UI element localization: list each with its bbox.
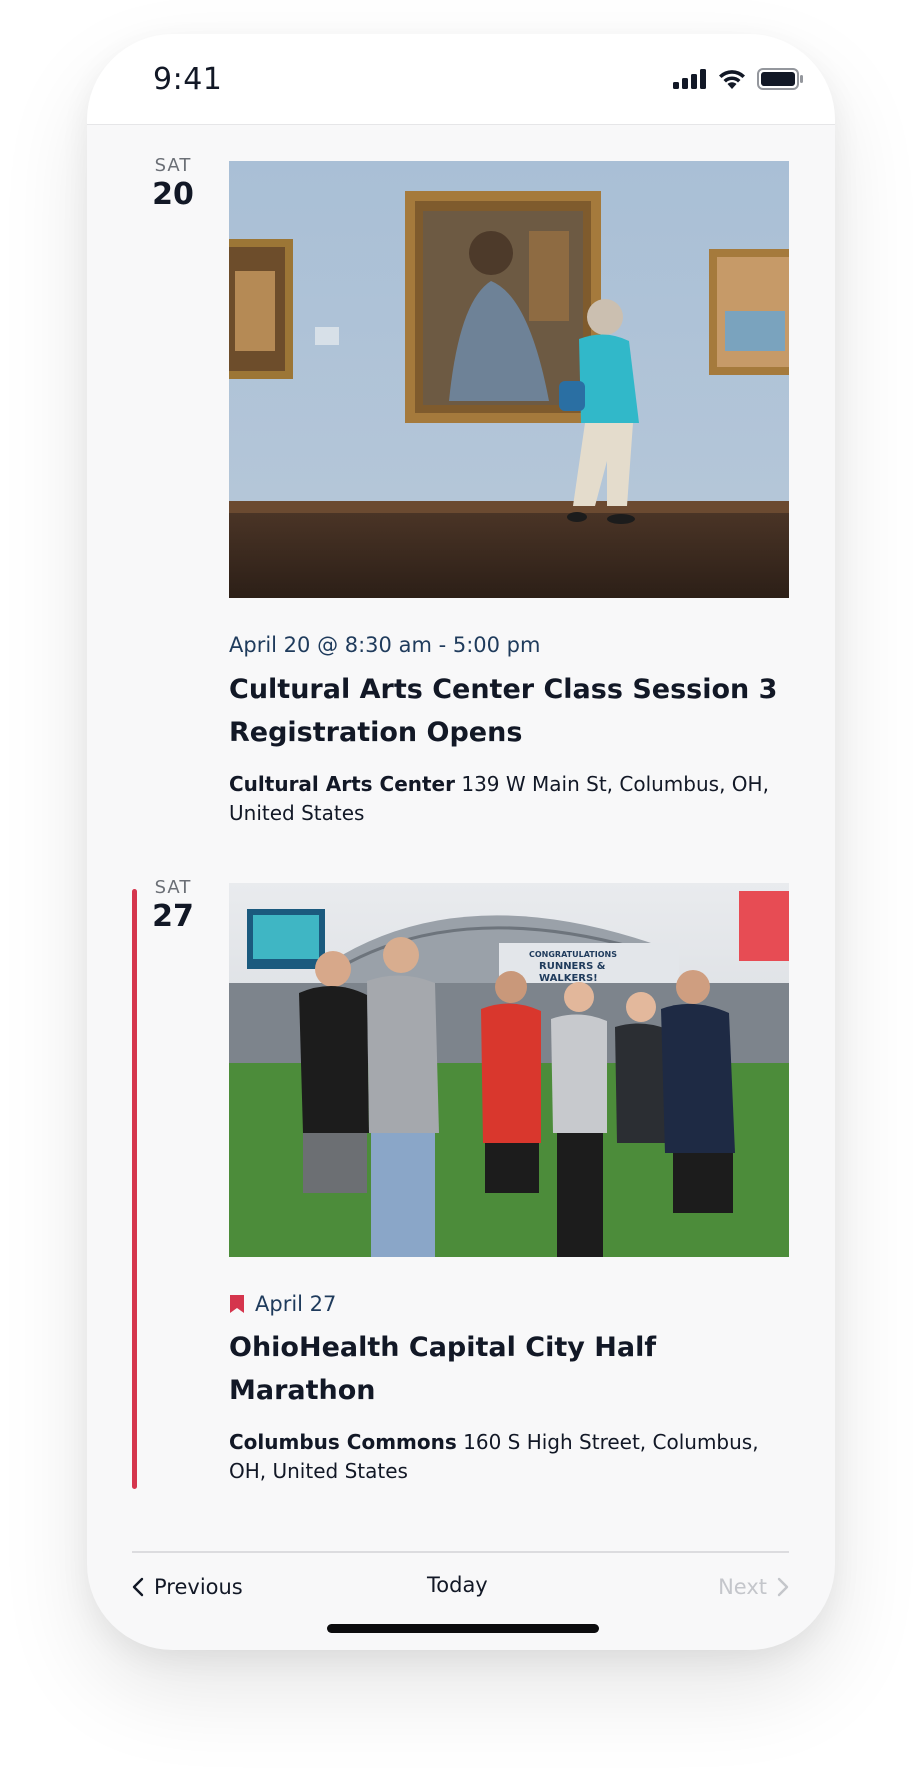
phone-frame: 9:41 SAT 20 April 20 @ 8:30 am - 5:00 pm… xyxy=(87,34,835,1650)
venue-name[interactable]: Columbus Commons xyxy=(229,1430,457,1454)
previous-label: Previous xyxy=(154,1575,243,1599)
banner-line-3: WALKERS! xyxy=(539,973,598,984)
event-title-link[interactable]: Cultural Arts Center Class Session 3 Reg… xyxy=(229,668,789,754)
chevron-left-icon xyxy=(132,1577,144,1597)
nav-divider xyxy=(132,1551,789,1553)
today-label: Today xyxy=(427,1573,488,1597)
museum-gallery-photo xyxy=(229,161,789,598)
featured-indicator-bar xyxy=(132,889,137,1489)
home-indicator[interactable] xyxy=(327,1624,599,1633)
event-image[interactable] xyxy=(229,161,789,598)
event-date: April 27 xyxy=(255,1292,337,1316)
event-day-badge: SAT 20 xyxy=(125,155,221,212)
event-day-badge: SAT 27 xyxy=(125,877,221,934)
event-venue: Cultural Arts Center 139 W Main St, Colu… xyxy=(229,770,789,828)
status-bar: 9:41 xyxy=(87,34,835,125)
day-number: 27 xyxy=(152,899,194,934)
previous-events-button[interactable]: Previous xyxy=(132,1575,243,1599)
day-number: 20 xyxy=(152,177,194,212)
event-date: April 20 @ 8:30 am - 5:00 pm xyxy=(229,633,541,657)
event-title-link[interactable]: OhioHealth Capital City Half Marathon xyxy=(229,1326,789,1412)
wifi-icon xyxy=(719,70,745,89)
venue-name[interactable]: Cultural Arts Center xyxy=(229,772,455,796)
event-list: SAT 20 April 20 @ 8:30 am - 5:00 pm Cult… xyxy=(87,125,835,1650)
banner-line-2: RUNNERS & xyxy=(539,961,606,972)
status-time: 9:41 xyxy=(153,62,223,97)
next-events-button[interactable]: Next xyxy=(718,1575,789,1599)
chevron-right-icon xyxy=(777,1577,789,1597)
cellular-signal-icon xyxy=(673,69,706,89)
event-date-row: April 27 xyxy=(229,1292,336,1316)
event-image[interactable]: CONGRATULATIONS RUNNERS & WALKERS! xyxy=(229,883,789,1257)
battery-icon xyxy=(757,68,803,90)
today-button[interactable]: Today xyxy=(427,1573,488,1597)
day-of-week: SAT xyxy=(154,155,192,176)
next-label: Next xyxy=(718,1575,767,1599)
banner-line-1: CONGRATULATIONS xyxy=(529,950,617,959)
day-of-week: SAT xyxy=(154,877,192,898)
marathon-runners-photo: CONGRATULATIONS RUNNERS & WALKERS! xyxy=(229,883,789,1257)
bookmark-icon xyxy=(230,1295,244,1313)
status-icons xyxy=(673,68,803,90)
event-venue: Columbus Commons 160 S High Street, Colu… xyxy=(229,1428,789,1486)
